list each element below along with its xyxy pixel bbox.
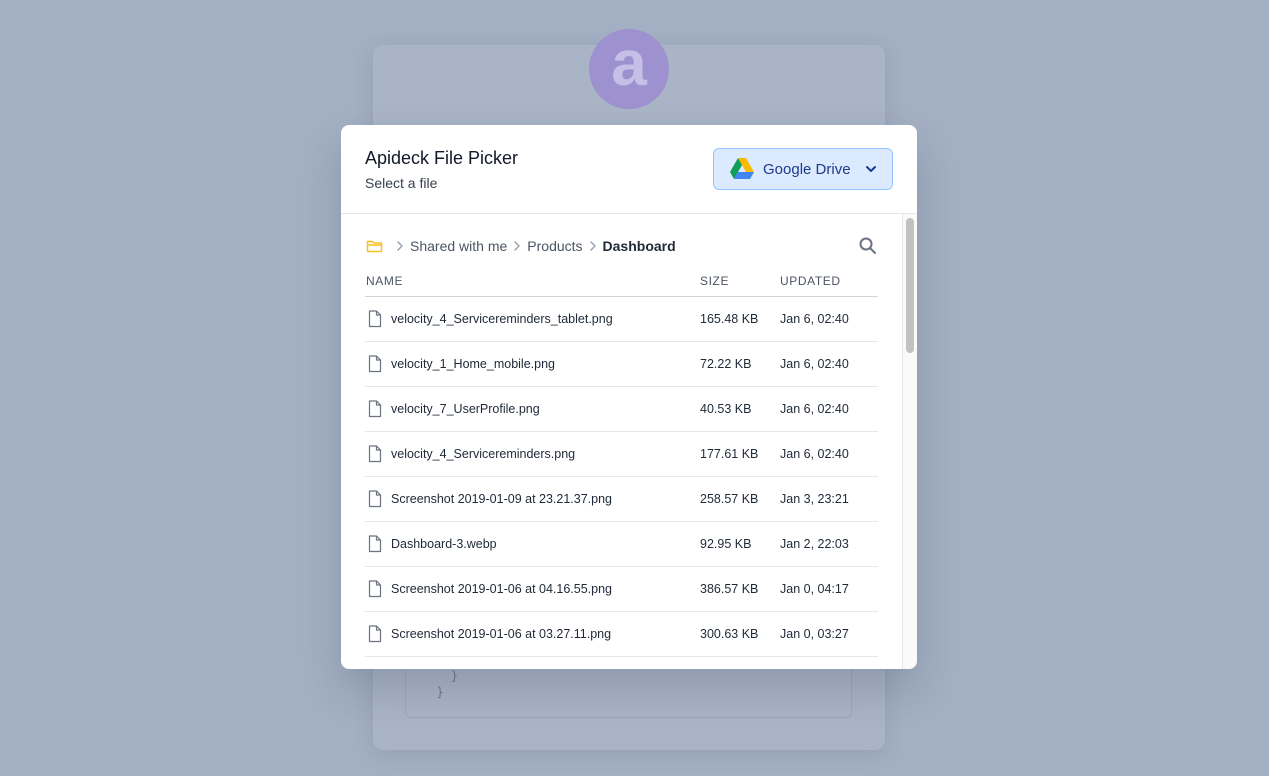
table-row[interactable]: Dashboard-3.webp 92.95 KB Jan 2, 22:03 — [365, 521, 878, 567]
file-size: 72.22 KB — [700, 341, 780, 387]
file-picker-modal: Apideck File Picker Select a file Google… — [341, 125, 917, 669]
table-row[interactable]: Screenshot 2019-01-06 at 04.16.55.png 386… — [365, 566, 878, 612]
file-size: 386.57 KB — [700, 566, 780, 612]
file-size: 177.61 KB — [700, 431, 780, 477]
file-name-cell: Screenshot 2019-01-06 at 03.27.11.png — [365, 611, 700, 657]
table-row[interactable]: velocity_1_Home_mobile.png 72.22 KB Jan 6,… — [365, 341, 878, 387]
modal-title: Apideck File Picker — [365, 148, 519, 168]
file-size: 300.63 KB — [700, 611, 780, 657]
file-updated: Jan 6, 02:40 — [780, 431, 878, 477]
file-updated: Jan 3, 23:21 — [780, 476, 878, 522]
file-name-cell: velocity_7_UserProfile.png — [365, 386, 700, 432]
file-updated: Jan 0, 03:27 — [780, 611, 878, 657]
file-name-cell: velocity_4_Servicereminders.png — [365, 431, 700, 477]
file-icon — [367, 354, 383, 373]
file-name: velocity_4_Servicereminders_tablet.png — [391, 311, 613, 326]
table-row[interactable]: Screenshot 2019-01-06 at 03.27.11.png 300… — [365, 611, 878, 657]
chevron-right-icon — [397, 241, 403, 251]
file-size: 92.95 KB — [700, 521, 780, 567]
file-name: Screenshot 2019-01-06 at 03.27.11.png — [391, 626, 612, 641]
google-drive-icon — [730, 158, 754, 179]
file-icon — [367, 534, 383, 553]
file-size: 40.53 KB — [700, 386, 780, 432]
file-name-cell: velocity_4_Servicereminders_tablet.png — [365, 296, 700, 342]
table-row[interactable]: velocity_4_Servicereminders.png 177.61 KB… — [365, 431, 878, 477]
table-row[interactable]: velocity_4_Servicereminders_tablet.png 16… — [365, 296, 878, 342]
file-name-wrapper: velocity_1_Home_mobile.png — [365, 354, 700, 373]
file-name-cell: Dashboard-3.webp — [365, 521, 700, 567]
file-name-cell: velocity_1_Home_mobile.png — [365, 341, 700, 387]
file-updated: Jan 2, 22:03 — [780, 521, 878, 567]
chevron-down-icon — [866, 166, 876, 172]
scrollbar[interactable] — [902, 214, 917, 669]
table-row[interactable]: Screenshot 2019-01-09 at 23.21.37.png 258… — [365, 476, 878, 522]
modal-header: Apideck File Picker Select a file Google… — [341, 125, 917, 214]
search-icon[interactable] — [858, 236, 878, 256]
table-header-row: NAME SIZE UPDATED — [365, 266, 878, 297]
file-name: Screenshot 2019-01-06 at 04.16.55.png — [391, 581, 613, 596]
breadcrumb-item-products[interactable]: Products — [527, 238, 582, 254]
file-updated: Jan 6, 02:40 — [780, 386, 878, 432]
column-header-updated: UPDATED — [780, 266, 878, 297]
file-name-cell: Screenshot 2019-01-09 at 23.21.37.png — [365, 476, 700, 522]
file-name: Dashboard-3.webp — [391, 536, 497, 551]
file-name-wrapper: Screenshot 2019-01-06 at 04.16.55.png — [365, 579, 700, 598]
provider-label: Google Drive — [763, 160, 851, 178]
table-row[interactable]: velocity_7_UserProfile.png 40.53 KB Jan 6,… — [365, 386, 878, 432]
file-icon — [367, 624, 383, 643]
provider-dropdown[interactable]: Google Drive — [713, 148, 893, 190]
file-name-cell: Screenshot 2019-01-06 at 04.16.55.png — [365, 566, 700, 612]
file-name: velocity_4_Servicereminders.png — [391, 446, 576, 461]
modal-body: Shared with me Products Dashboard NAME S… — [341, 214, 917, 669]
file-name-wrapper: velocity_7_UserProfile.png — [365, 399, 700, 418]
file-icon — [367, 489, 383, 508]
modal-subtitle: Select a file — [365, 175, 438, 191]
file-name-wrapper: Dashboard-3.webp — [365, 534, 700, 553]
file-updated: Jan 6, 02:40 — [780, 341, 878, 387]
file-size: 165.48 KB — [700, 296, 780, 342]
file-name-wrapper: velocity_4_Servicereminders.png — [365, 444, 700, 463]
file-icon — [367, 399, 383, 418]
file-name-wrapper: velocity_4_Servicereminders_tablet.png — [365, 309, 700, 328]
column-header-name: NAME — [365, 266, 700, 297]
file-size: 258.57 KB — [700, 476, 780, 522]
breadcrumb: Shared with me Products Dashboard — [366, 236, 676, 256]
apideck-logo: a — [589, 29, 669, 109]
file-icon — [367, 309, 383, 328]
file-updated: Jan 0, 04:17 — [780, 566, 878, 612]
column-header-size: SIZE — [700, 266, 780, 297]
file-icon — [367, 579, 383, 598]
file-table: NAME SIZE UPDATED velocity_4_Serviceremi… — [365, 266, 878, 657]
file-name: velocity_7_UserProfile.png — [391, 401, 540, 416]
file-name: Screenshot 2019-01-09 at 23.21.37.png — [391, 491, 613, 506]
file-name-wrapper: Screenshot 2019-01-06 at 03.27.11.png — [365, 624, 700, 643]
folder-icon[interactable] — [366, 238, 384, 254]
file-name: velocity_1_Home_mobile.png — [391, 356, 555, 371]
file-icon — [367, 444, 383, 463]
file-name-wrapper: Screenshot 2019-01-09 at 23.21.37.png — [365, 489, 700, 508]
breadcrumb-item-shared[interactable]: Shared with me — [410, 238, 507, 254]
scrollbar-thumb[interactable] — [906, 218, 914, 353]
chevron-right-icon — [514, 241, 521, 251]
chevron-right-icon — [589, 241, 596, 251]
file-updated: Jan 6, 02:40 — [780, 296, 878, 342]
breadcrumb-item-dashboard: Dashboard — [602, 238, 676, 254]
